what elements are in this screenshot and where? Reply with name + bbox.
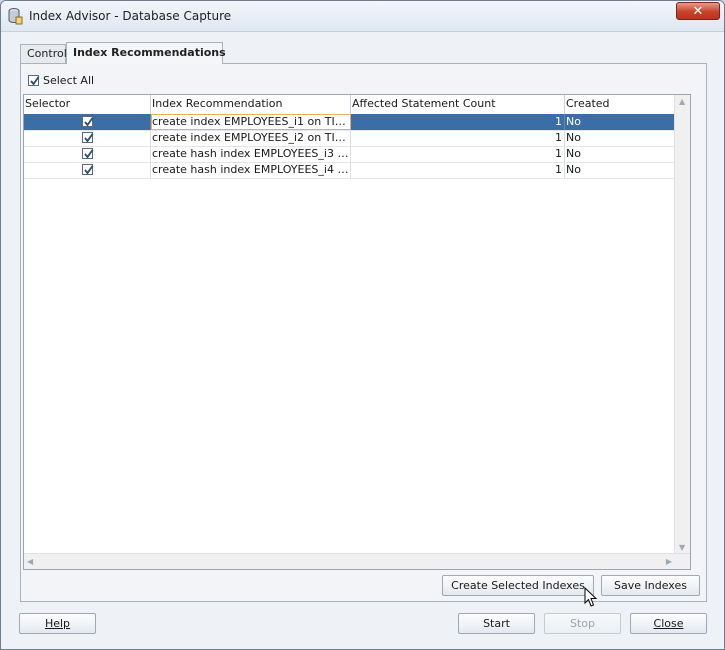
help-button-label: Help <box>44 617 71 630</box>
index-advisor-window: Index Advisor - Database Capture ✕ Contr… <box>0 0 725 650</box>
vertical-scrollbar[interactable]: ▲ ▼ <box>674 95 690 554</box>
count-cell: 1 <box>351 162 565 178</box>
window-close-button[interactable]: ✕ <box>676 2 720 20</box>
table-row[interactable]: create index EMPLOYEES_i2 on TIMES... 1 … <box>24 130 690 147</box>
column-header-index-recommendation[interactable]: Index Recommendation <box>151 95 351 114</box>
checkbox-checked-icon[interactable] <box>28 74 40 86</box>
selector-cell[interactable] <box>24 146 151 162</box>
scroll-up-icon[interactable]: ▲ <box>679 97 685 106</box>
window-title: Index Advisor - Database Capture <box>29 9 232 23</box>
created-cell: No <box>566 147 581 160</box>
tab-index-recommendations[interactable]: Index Recommendations <box>66 42 226 64</box>
table-row[interactable]: create index EMPLOYEES_i1 on TIMES... 1 … <box>24 114 690 131</box>
close-icon: ✕ <box>692 4 704 19</box>
recommendations-panel: Select All Selector Index Recommendation… <box>20 63 707 602</box>
table-header: Selector Index Recommendation Affected S… <box>24 95 690 115</box>
title-bar[interactable]: Index Advisor - Database Capture ✕ <box>1 1 724 32</box>
recommendation-cell[interactable]: create hash index EMPLOYEES_i3 on T... <box>151 146 351 162</box>
column-header-created[interactable]: Created <box>565 95 690 114</box>
recommendation-cell[interactable]: create index EMPLOYEES_i1 on TIMES... <box>151 114 351 130</box>
selector-cell[interactable] <box>24 130 151 146</box>
recommendation-cell[interactable]: create index EMPLOYEES_i2 on TIMES... <box>151 130 351 146</box>
row-checkbox[interactable] <box>82 132 94 143</box>
row-checkbox[interactable] <box>82 164 94 175</box>
column-header-affected-statement-count[interactable]: Affected Statement Count <box>351 95 565 114</box>
create-selected-indexes-button[interactable]: Create Selected Indexes <box>442 575 594 596</box>
scroll-right-icon[interactable]: ▶ <box>666 557 672 566</box>
selector-cell[interactable] <box>24 114 151 130</box>
save-indexes-button[interactable]: Save Indexes <box>601 575 700 596</box>
count-cell: 1 <box>351 114 565 130</box>
selector-cell[interactable] <box>24 162 151 178</box>
created-cell: No <box>566 115 581 128</box>
tab-control[interactable]: Control <box>20 44 67 63</box>
scroll-down-icon[interactable]: ▼ <box>679 543 685 552</box>
select-all-checkbox[interactable]: Select All <box>28 72 94 88</box>
created-cell: No <box>566 131 581 144</box>
stop-button[interactable]: Stop <box>544 613 621 634</box>
column-header-selector[interactable]: Selector <box>24 95 151 114</box>
table-row[interactable]: create hash index EMPLOYEES_i4 on T... 1… <box>24 162 690 179</box>
scroll-left-icon[interactable]: ◀ <box>27 557 33 566</box>
row-checkbox[interactable] <box>82 116 94 127</box>
created-cell: No <box>566 163 581 176</box>
recommendations-table: Selector Index Recommendation Affected S… <box>23 94 691 570</box>
table-row[interactable]: create hash index EMPLOYEES_i3 on T... 1… <box>24 146 690 163</box>
close-button-label: Close <box>653 617 684 630</box>
database-icon <box>7 7 23 25</box>
start-button[interactable]: Start <box>458 613 535 634</box>
count-cell: 1 <box>351 146 565 162</box>
close-button[interactable]: Close <box>630 613 707 634</box>
mouse-cursor-icon <box>584 587 598 607</box>
count-cell: 1 <box>351 130 565 146</box>
select-all-label: Select All <box>43 73 95 87</box>
horizontal-scrollbar[interactable]: ◀ ▶ <box>24 553 690 569</box>
recommendation-cell[interactable]: create hash index EMPLOYEES_i4 on T... <box>151 162 351 178</box>
help-button[interactable]: Help <box>19 613 96 634</box>
row-checkbox[interactable] <box>82 148 94 159</box>
